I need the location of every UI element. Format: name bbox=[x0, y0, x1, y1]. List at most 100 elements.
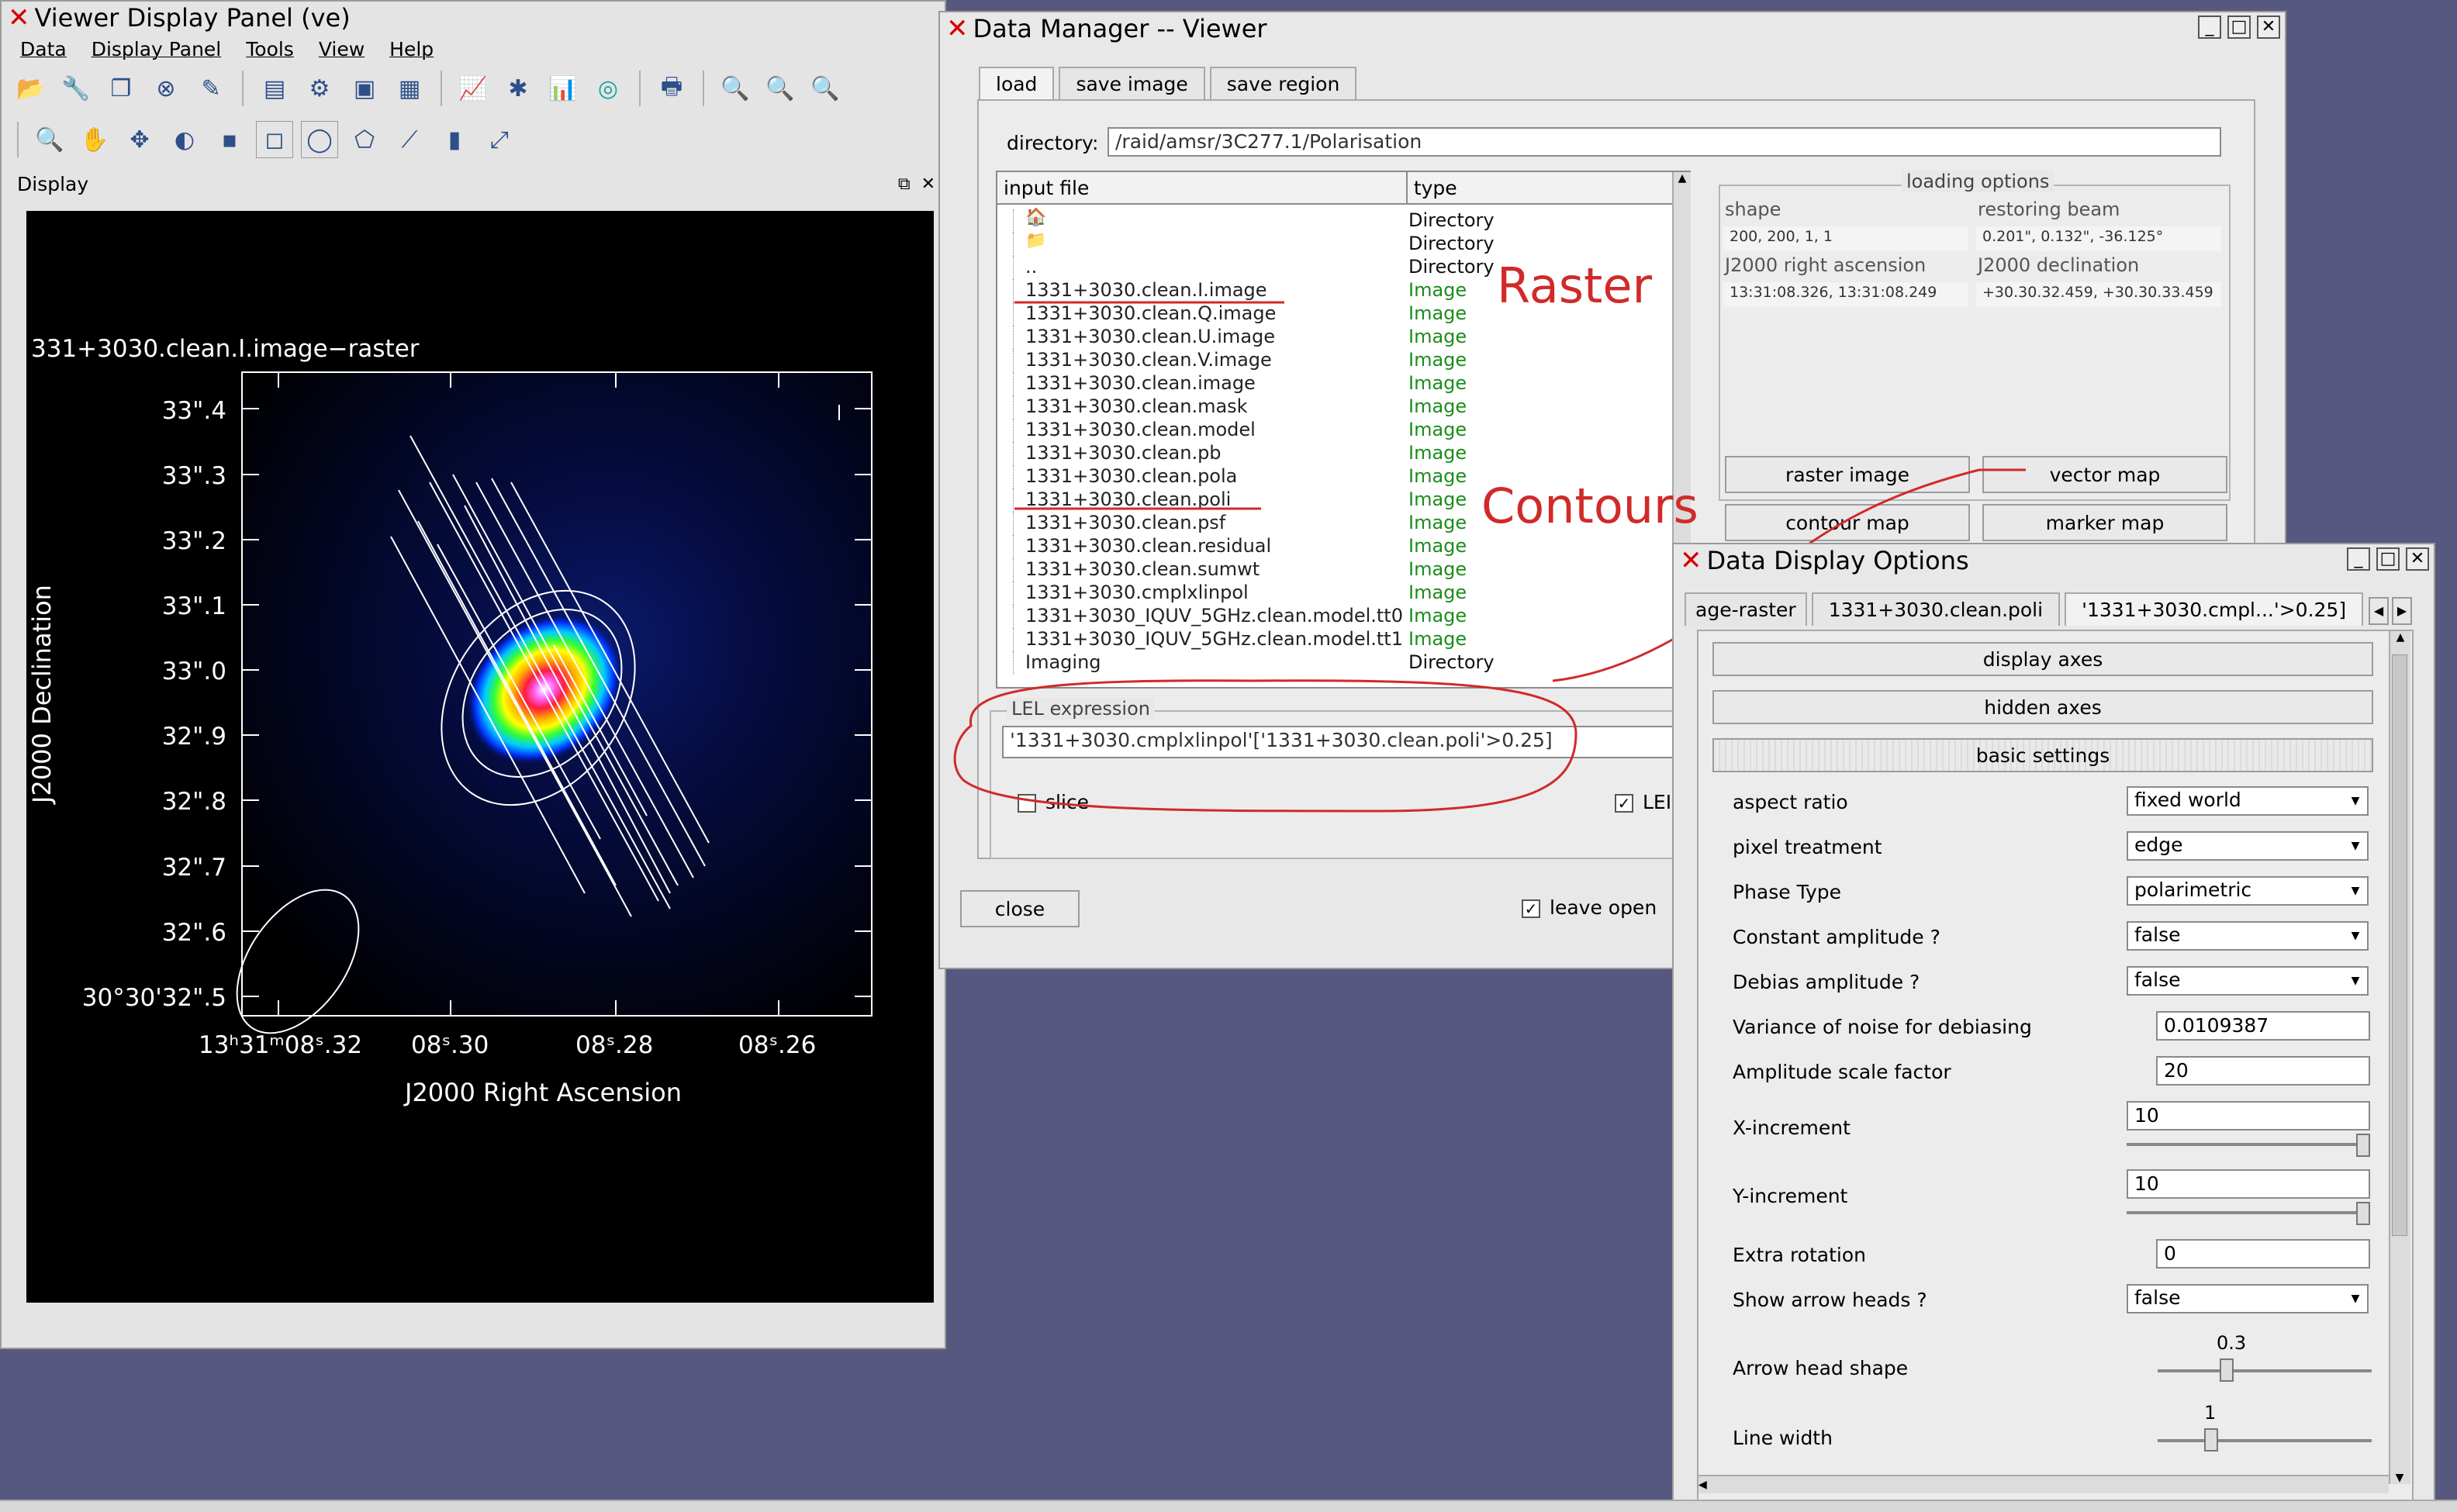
data-manager-titlebar[interactable]: ✕ Data Manager -- Viewer bbox=[940, 12, 2285, 45]
display-axes-section[interactable]: display axes bbox=[1712, 642, 2373, 676]
new-panel-icon[interactable]: ❐ bbox=[102, 70, 140, 107]
list-item[interactable]: 1331+3030.clean.model Image bbox=[997, 419, 1688, 442]
tab-clean-poli[interactable]: 1331+3030.clean.poli bbox=[1811, 592, 2061, 626]
lel-checkbox[interactable]: ✓ bbox=[1615, 794, 1633, 813]
ruler-tool-icon[interactable]: ▮ bbox=[436, 121, 473, 158]
lel-input[interactable]: '1331+3030.cmplxlinpol'['1331+3030.clean… bbox=[1002, 726, 1770, 758]
sky-image[interactable] bbox=[26, 211, 934, 1303]
chevron-down-icon[interactable]: ▼ bbox=[2347, 972, 2364, 989]
list-item[interactable]: 1331+3030.cmplxlinpol Image bbox=[997, 582, 1688, 605]
marker-map-button[interactable]: marker map bbox=[1982, 504, 2227, 541]
menu-view[interactable]: View bbox=[319, 38, 365, 60]
restore-icon[interactable]: ▦ bbox=[391, 70, 428, 107]
list-item[interactable]: 1331+3030_IQUV_5GHz.clean.model.tt1 Image bbox=[997, 628, 1688, 651]
option-combo[interactable]: false ▼ bbox=[2127, 1284, 2369, 1314]
raster-image-button[interactable]: raster image bbox=[1725, 456, 1970, 493]
option-input[interactable]: 10 bbox=[2127, 1101, 2370, 1131]
maximize-icon[interactable]: □ bbox=[2376, 547, 2400, 571]
tab-load[interactable]: load bbox=[979, 67, 1055, 100]
tool-shapes-icon[interactable]: ✱ bbox=[499, 70, 537, 107]
slider-thumb[interactable] bbox=[2356, 1202, 2370, 1225]
unload-icon[interactable]: ✎ bbox=[192, 70, 230, 107]
viewer-titlebar[interactable]: ✕ Viewer Display Panel (ve) bbox=[2, 2, 945, 34]
scroll-thumb[interactable] bbox=[2392, 654, 2407, 1236]
scroll-up-icon[interactable]: ▲ bbox=[1674, 172, 1691, 185]
close-icon[interactable]: ✕ bbox=[921, 174, 935, 194]
chevron-down-icon[interactable]: ▼ bbox=[2347, 792, 2364, 810]
file-list[interactable]: input file type 🏠 Directory 📁 Directory.. Di… bbox=[996, 171, 1691, 689]
colormap-fiddle-icon[interactable]: ◐ bbox=[166, 121, 203, 158]
directory-input[interactable]: /raid/amsr/3C277.1/Polarisation bbox=[1108, 127, 2221, 157]
tab-save-image[interactable]: save image bbox=[1059, 67, 1205, 100]
display-canvas[interactable]: 331+3030.clean.I.image−raster 33".4 33".… bbox=[26, 211, 934, 1303]
option-input[interactable]: 0.0109387 bbox=[2156, 1011, 2370, 1041]
ddo-horizontal-scrollbar[interactable]: ◀ bbox=[1698, 1475, 2389, 1493]
list-item[interactable]: 1331+3030.clean.U.image Image bbox=[997, 326, 1688, 349]
colormap-icon[interactable]: ◎ bbox=[589, 70, 627, 107]
ddo-titlebar[interactable]: ✕ Data Display Options bbox=[1674, 544, 2434, 577]
leave-open-checkbox[interactable]: ✓ bbox=[1522, 899, 1540, 918]
option-slider[interactable] bbox=[2127, 1211, 2369, 1214]
minimize-icon[interactable]: _ bbox=[2347, 547, 2370, 571]
option-input[interactable]: 0 bbox=[2156, 1239, 2370, 1269]
save-restore-icon[interactable]: ▣ bbox=[346, 70, 383, 107]
zoom-tool-icon[interactable]: 🔍 bbox=[31, 121, 68, 158]
minimize-icon[interactable]: _ bbox=[2198, 16, 2221, 39]
region-manager-icon[interactable]: 📈 bbox=[454, 70, 492, 107]
scroll-down-icon[interactable]: ▼ bbox=[2390, 1472, 2409, 1484]
list-item[interactable]: 1331+3030.clean.residual Image bbox=[997, 535, 1688, 558]
panel-options-icon[interactable]: ⚙ bbox=[301, 70, 338, 107]
open-folder-icon[interactable]: 📂 bbox=[12, 70, 50, 107]
option-combo[interactable]: false ▼ bbox=[2127, 966, 2369, 996]
basic-settings-section[interactable]: basic settings bbox=[1712, 738, 2373, 772]
rectangle-tool-icon[interactable]: ◻ bbox=[256, 121, 293, 158]
slider-thumb[interactable] bbox=[2356, 1134, 2370, 1157]
option-slider[interactable] bbox=[2158, 1369, 2372, 1372]
tab-save-region[interactable]: save region bbox=[1209, 67, 1357, 100]
adjust-icon[interactable]: 🔧 bbox=[57, 70, 95, 107]
slice-checkbox[interactable] bbox=[1018, 794, 1036, 813]
pan-tool-icon[interactable]: ✋ bbox=[76, 121, 113, 158]
vector-map-button[interactable]: vector map bbox=[1982, 456, 2227, 493]
tab-scroll-left-icon[interactable]: ◀ bbox=[2369, 597, 2389, 625]
menu-display-panel[interactable]: Display Panel bbox=[92, 38, 222, 60]
zoom-in-icon[interactable]: 🔍 bbox=[717, 70, 754, 107]
list-item[interactable]: 1331+3030.clean.pb Image bbox=[997, 442, 1688, 465]
histogram-icon[interactable]: 📊 bbox=[544, 70, 582, 107]
close-panel-icon[interactable]: ⊗ bbox=[147, 70, 185, 107]
menu-data[interactable]: Data bbox=[20, 38, 67, 60]
close-icon[interactable]: ✕ bbox=[2257, 16, 2280, 39]
display-options-icon[interactable]: ▤ bbox=[256, 70, 293, 107]
print-icon[interactable]: 🖶 bbox=[653, 70, 690, 107]
list-item[interactable]: 1331+3030.clean.V.image Image bbox=[997, 349, 1688, 372]
option-input[interactable]: 20 bbox=[2156, 1056, 2370, 1086]
col-input-file[interactable]: input file bbox=[997, 172, 1408, 203]
zoom-fit-icon[interactable]: 🔍 bbox=[807, 70, 844, 107]
zoom-out-icon[interactable]: 🔍 bbox=[762, 70, 799, 107]
list-item[interactable]: 1331+3030.clean.image Image bbox=[997, 372, 1688, 395]
option-combo[interactable]: false ▼ bbox=[2127, 921, 2369, 951]
option-combo[interactable]: polarimetric ▼ bbox=[2127, 876, 2369, 906]
polyline-tool-icon[interactable]: ⟋ bbox=[391, 121, 428, 158]
col-type[interactable]: type bbox=[1408, 172, 1689, 203]
position-tool-icon[interactable]: ⤢ bbox=[481, 121, 518, 158]
scroll-left-icon[interactable]: ◀ bbox=[1698, 1479, 1707, 1491]
chevron-down-icon[interactable]: ▼ bbox=[2347, 882, 2364, 899]
slider-thumb[interactable] bbox=[2220, 1358, 2234, 1382]
option-slider[interactable] bbox=[2127, 1143, 2369, 1146]
slider-thumb[interactable] bbox=[2204, 1428, 2218, 1452]
option-combo[interactable]: edge ▼ bbox=[2127, 831, 2369, 861]
tab-image-raster[interactable]: age-raster bbox=[1685, 592, 1807, 626]
list-item[interactable]: 🏠 Directory bbox=[997, 208, 1688, 233]
hidden-axes-section[interactable]: hidden axes bbox=[1712, 690, 2373, 724]
option-input[interactable]: 10 bbox=[2127, 1169, 2370, 1199]
move-tool-icon[interactable]: ✥ bbox=[121, 121, 158, 158]
contour-map-button[interactable]: contour map bbox=[1725, 504, 1970, 541]
point-tool-icon[interactable]: ▪ bbox=[211, 121, 248, 158]
ellipse-tool-icon[interactable]: ◯ bbox=[301, 121, 338, 158]
option-slider[interactable] bbox=[2158, 1439, 2372, 1442]
list-item[interactable]: 1331+3030.clean.sumwt Image bbox=[997, 558, 1688, 582]
float-icon[interactable]: ⧉ bbox=[898, 174, 911, 194]
maximize-icon[interactable]: □ bbox=[2227, 16, 2251, 39]
scroll-up-icon[interactable]: ▲ bbox=[2390, 631, 2410, 644]
